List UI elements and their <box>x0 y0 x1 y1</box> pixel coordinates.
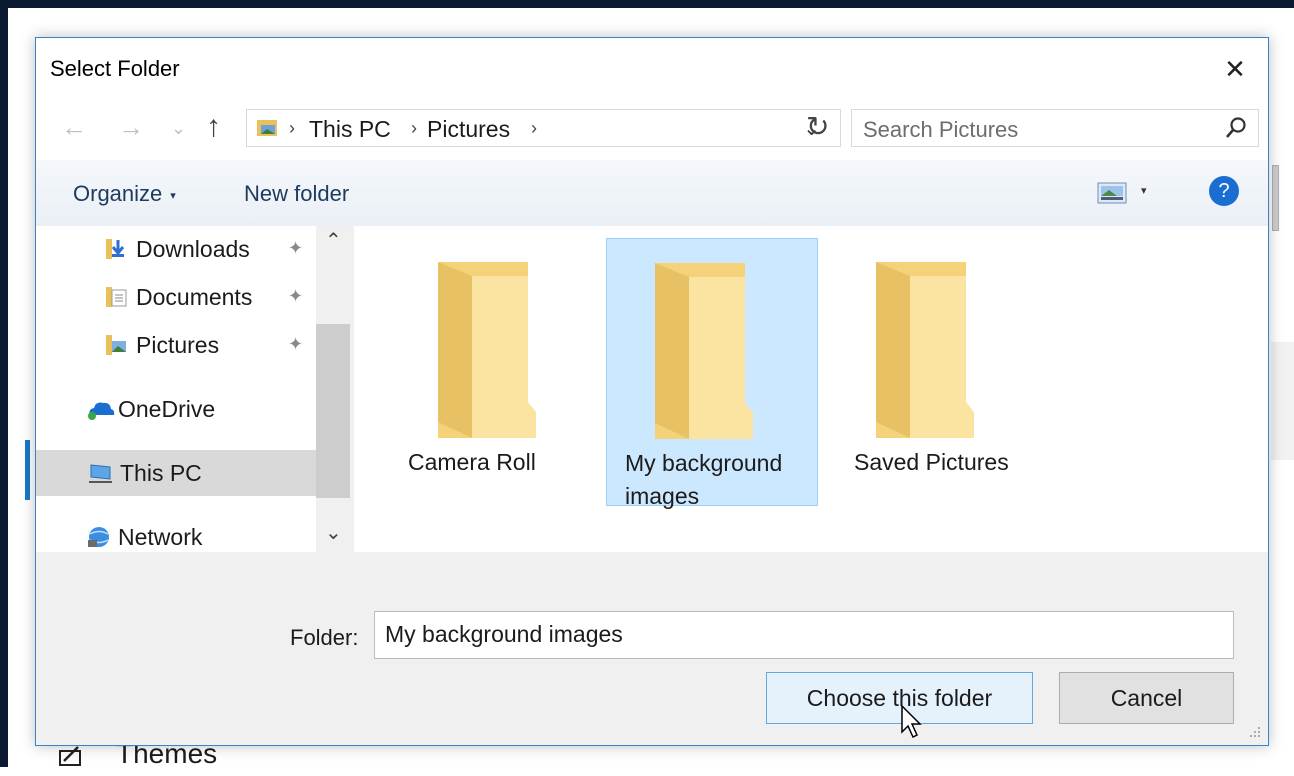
folder-item-saved-pictures[interactable]: Saved Pictures <box>836 238 1048 506</box>
cancel-button[interactable]: Cancel <box>1059 672 1234 724</box>
folder-item-my-background-images[interactable]: My background images <box>606 238 818 509</box>
navigation-bar: ← → ⌄ ↑ › This PC › Pictures › ⌄ ↻ Searc… <box>36 98 1268 160</box>
close-button[interactable]: ✕ <box>1218 52 1252 86</box>
sidebar-item-pictures[interactable]: Pictures <box>104 322 219 368</box>
sidebar-item-onedrive[interactable]: OneDrive <box>86 386 215 432</box>
sidebar-item-label: Pictures <box>136 331 220 358</box>
sidebar-item-network[interactable]: Network <box>86 514 202 552</box>
sidebar-item-label: Documents <box>136 283 253 310</box>
folder-item-camera-roll[interactable]: Camera Roll <box>390 238 602 506</box>
network-icon <box>86 525 112 549</box>
search-input[interactable]: Search Pictures <box>851 109 1259 147</box>
folder-view: Camera Roll My background images Saved P… <box>354 226 1268 552</box>
sidebar-item-label: OneDrive <box>118 395 216 422</box>
onedrive-icon <box>86 397 115 421</box>
breadcrumb-pictures[interactable]: Pictures <box>427 116 510 143</box>
themes-icon <box>58 744 86 768</box>
folder-icon <box>655 263 753 439</box>
recent-locations-button[interactable]: ⌄ <box>171 118 186 139</box>
scroll-down-icon[interactable]: ⌄ <box>325 520 342 545</box>
folder-icon <box>876 262 974 438</box>
breadcrumb-separator[interactable]: › <box>531 118 537 139</box>
pictures-folder-icon <box>257 118 279 136</box>
refresh-button[interactable]: ↻ <box>806 110 829 143</box>
folder-label: Camera Roll <box>408 449 536 475</box>
help-button[interactable]: ? <box>1209 176 1239 206</box>
folder-name-input[interactable]: My background images <box>374 611 1234 659</box>
view-dropdown-icon[interactable]: ▾ <box>1141 184 1147 197</box>
folder-field-label: Folder: <box>290 625 359 650</box>
navigation-pane: Downloads ✦ Documents ✦ Pictures ✦ OneDr… <box>36 226 350 552</box>
pictures-icon <box>104 333 130 357</box>
breadcrumb-separator[interactable]: › <box>411 118 417 139</box>
dialog-title: Select Folder <box>50 56 180 81</box>
forward-button[interactable]: → <box>118 112 144 143</box>
back-button[interactable]: ← <box>61 112 87 143</box>
this-pc-icon <box>88 461 114 485</box>
pin-icon[interactable]: ✦ <box>288 286 303 307</box>
sidebar-item-this-pc[interactable]: This PC <box>36 450 316 496</box>
sidebar-item-label: Network <box>118 523 203 550</box>
scroll-up-icon[interactable]: ⌃ <box>325 228 342 253</box>
settings-selection-accent <box>25 440 30 500</box>
breadcrumb-separator[interactable]: › <box>289 118 295 139</box>
documents-icon <box>104 285 130 309</box>
organize-button[interactable]: Organize ▾ <box>73 181 176 207</box>
breadcrumb-this-pc[interactable]: This PC <box>309 116 391 143</box>
sidebar-item-label: Downloads <box>136 235 250 262</box>
pin-icon[interactable]: ✦ <box>288 238 303 259</box>
search-icon[interactable] <box>1224 116 1248 140</box>
mouse-cursor-icon <box>901 704 922 739</box>
sidebar-item-label: This PC <box>120 459 202 486</box>
settings-panel <box>1271 342 1294 460</box>
search-placeholder: Search Pictures <box>863 117 1019 142</box>
pin-icon[interactable]: ✦ <box>288 334 303 355</box>
select-folder-dialog: Select Folder ✕ ← → ⌄ ↑ › This PC › Pict… <box>35 37 1269 746</box>
title-bar: Select Folder ✕ <box>36 38 1268 98</box>
up-button[interactable]: ↑ <box>206 110 221 144</box>
folder-label: My background images <box>625 450 783 509</box>
navigation-scrollbar[interactable]: ⌃ ⌄ <box>316 226 350 552</box>
command-bar: Organize ▾ New folder ▾ ? <box>36 160 1268 226</box>
sidebar-item-downloads[interactable]: Downloads <box>104 226 250 272</box>
settings-scrollbar[interactable] <box>1272 165 1279 231</box>
scrollbar-thumb[interactable] <box>316 324 350 498</box>
resize-grip-icon[interactable] <box>1248 725 1262 739</box>
change-view-button[interactable] <box>1097 182 1127 204</box>
downloads-icon <box>104 237 130 261</box>
desktop-background <box>0 0 1294 8</box>
organize-label: Organize <box>73 181 163 206</box>
folder-label: Saved Pictures <box>854 449 1009 475</box>
folder-icon <box>438 262 536 438</box>
organize-dropdown-icon: ▾ <box>170 189 176 202</box>
address-bar[interactable]: › This PC › Pictures › ⌄ <box>246 109 841 147</box>
new-folder-button[interactable]: New folder <box>244 181 349 207</box>
sidebar-item-documents[interactable]: Documents <box>104 274 252 320</box>
desktop-background-edge <box>0 0 8 767</box>
